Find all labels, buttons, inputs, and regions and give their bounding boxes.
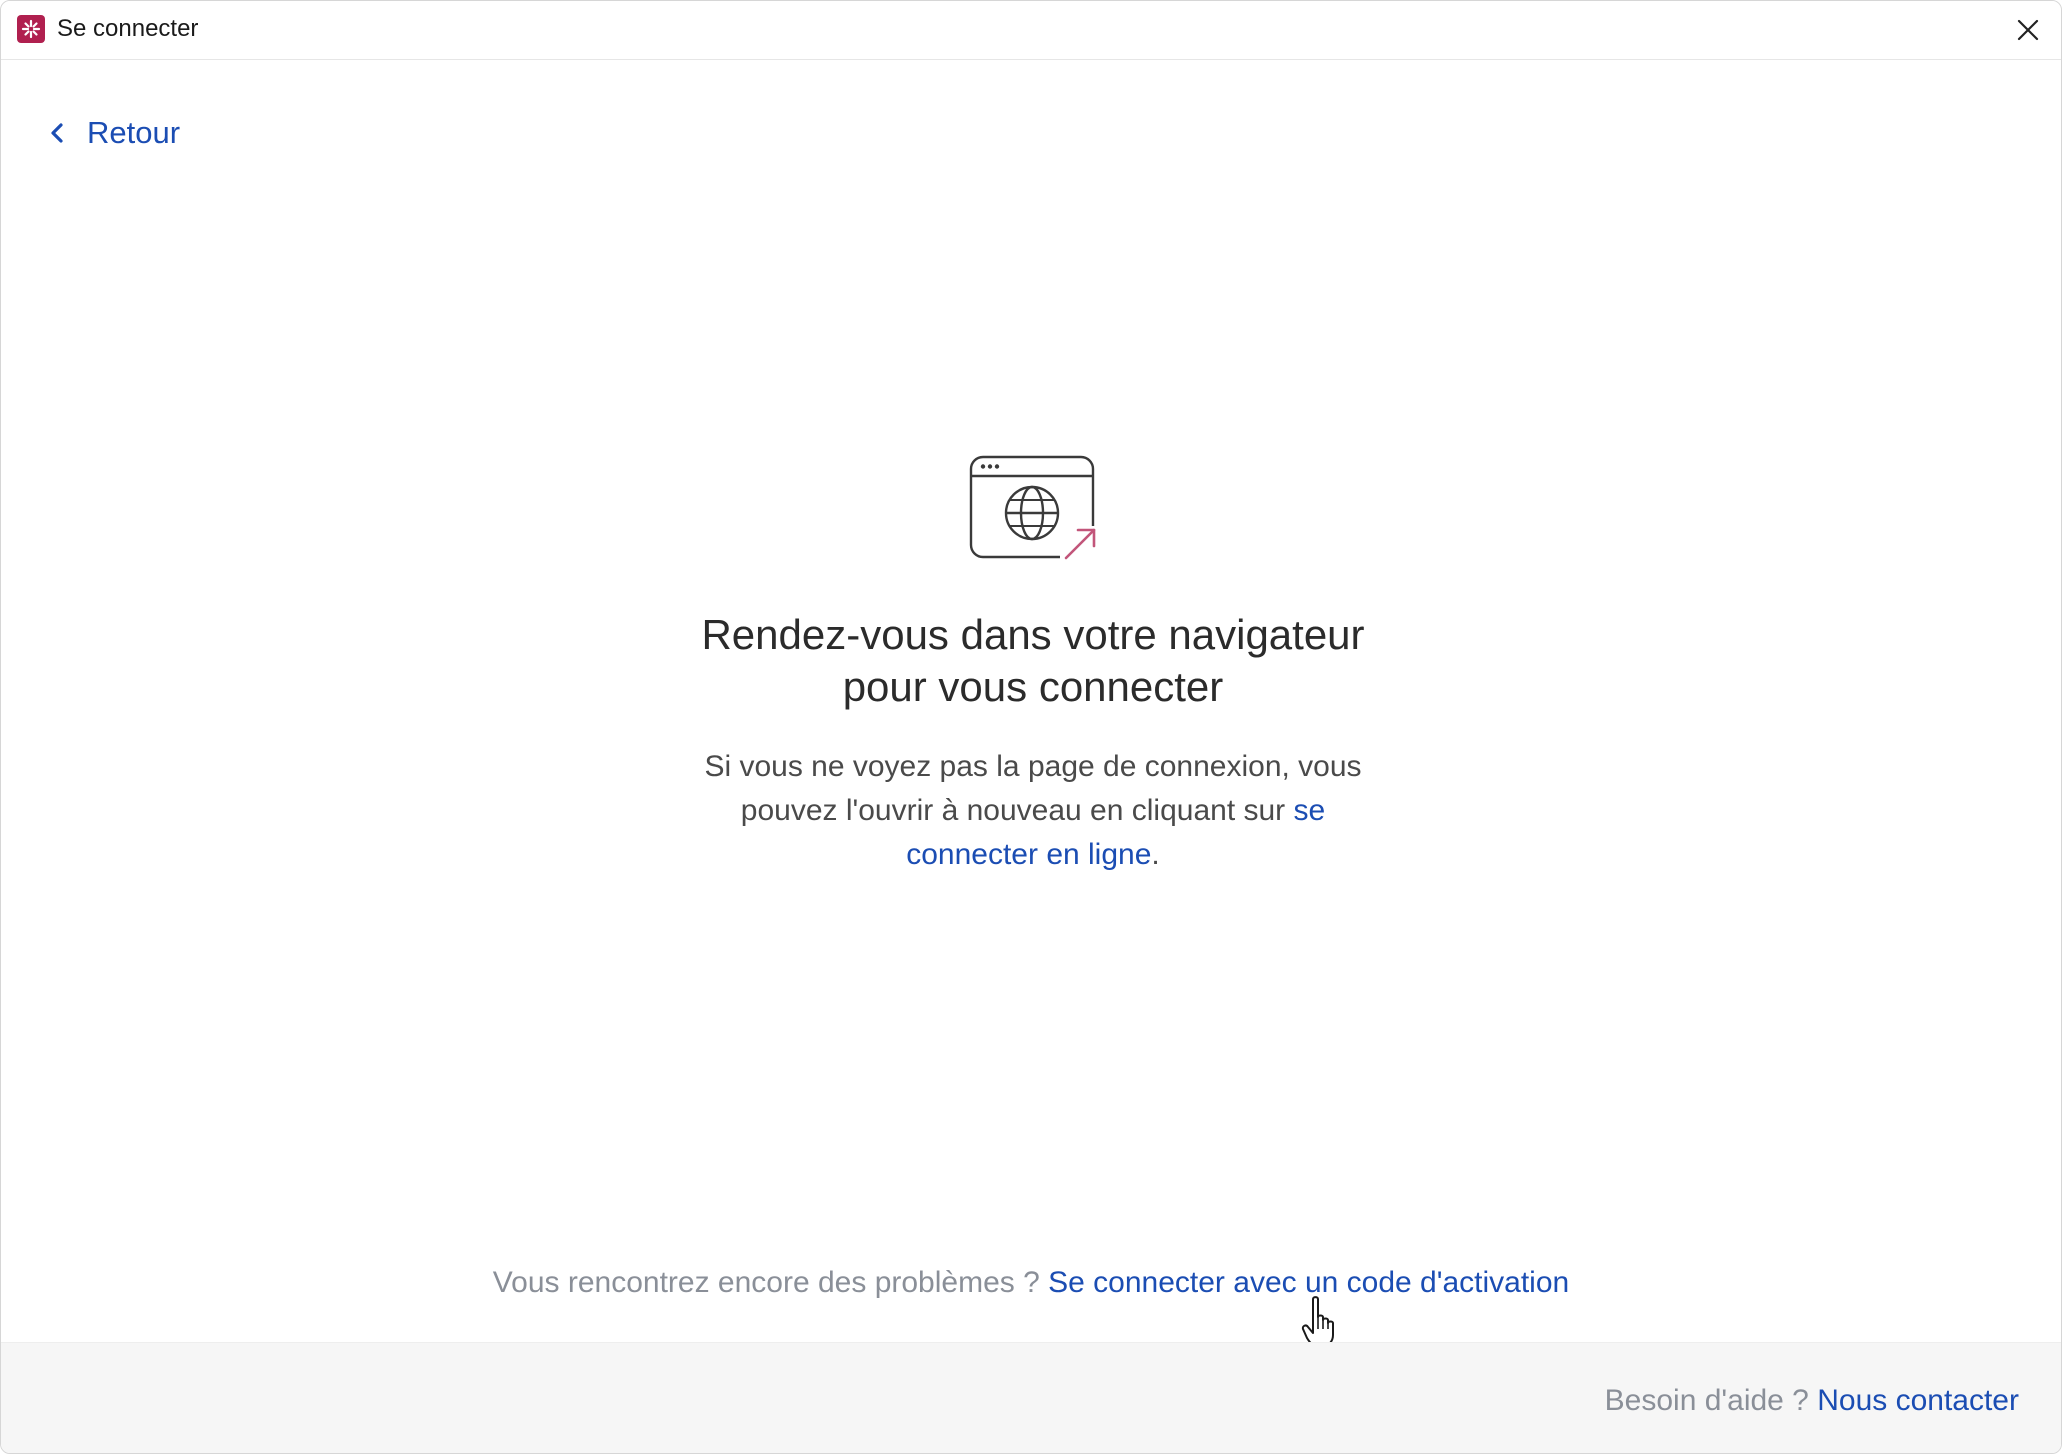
problems-question: Vous rencontrez encore des problèmes ? xyxy=(492,1266,1040,1299)
back-label: Retour xyxy=(87,115,181,150)
hand-cursor-icon xyxy=(1301,1296,1334,1347)
instruction-text: Si vous ne voyez pas la page de connexio… xyxy=(673,745,1393,877)
headline-line-1: Rendez-vous dans votre navigateur xyxy=(701,611,1365,658)
instruction-prefix: Si vous ne voyez pas la page de connexio… xyxy=(704,750,1362,827)
help-text: Besoin d'aide ? xyxy=(1604,1384,1809,1417)
chevron-left-icon xyxy=(51,123,63,143)
page-headline: Rendez-vous dans votre navigateur pour v… xyxy=(533,609,1533,713)
headline-line-2: pour vous connecter xyxy=(842,663,1224,710)
close-icon xyxy=(2017,19,2039,41)
help-row: Besoin d'aide ? Nous contacter xyxy=(1605,1381,2019,1421)
window-title: Se connecter xyxy=(57,15,199,42)
app-logo-icon xyxy=(17,15,45,43)
contact-link[interactable]: Nous contacter xyxy=(1817,1384,2019,1417)
footer-bar: Besoin d'aide ? Nous contacter xyxy=(1,1342,2061,1453)
back-link[interactable]: Retour xyxy=(47,115,180,151)
browser-globe-icon xyxy=(969,455,1100,562)
title-bar: Se connecter xyxy=(1,1,2061,60)
close-button[interactable] xyxy=(2007,9,2049,51)
problems-row: Vous rencontrez encore des problèmes ? S… xyxy=(1,1263,2061,1303)
login-window: Se connecter Retour Rendez-vous dans vot… xyxy=(0,0,2062,1454)
instruction-suffix: . xyxy=(1151,838,1160,871)
